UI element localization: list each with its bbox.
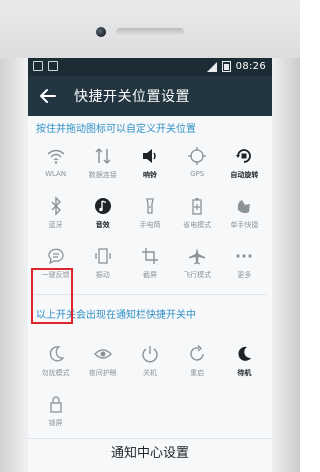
- earpiece-speaker: [116, 28, 184, 36]
- signal-icon: [206, 61, 217, 72]
- battery-icon: [221, 61, 231, 72]
- one-hand-icon: [238, 200, 251, 214]
- power-icon: [142, 346, 158, 363]
- phone-frame: 08:26 快捷开关位置设置 按住并拖动图标可以自定义开关位置 WLAN 数据连接…: [0, 0, 300, 472]
- bottom-divider: [28, 438, 272, 439]
- quick-tile-label: 重启: [190, 369, 205, 377]
- notification-center-settings-button[interactable]: 通知中心设置: [28, 440, 272, 472]
- bluetooth-icon: [51, 196, 61, 216]
- quick-tile[interactable]: 截屏: [126, 238, 173, 288]
- restart-icon: [190, 345, 204, 361]
- back-arrow-icon[interactable]: [36, 84, 60, 108]
- title-bar: 快捷开关位置设置: [28, 76, 272, 116]
- quick-tile[interactable]: 振动: [79, 238, 126, 288]
- quick-tile-label: 数据连接: [88, 171, 117, 179]
- quick-tile-label: 自动旋转: [230, 171, 259, 179]
- quick-tile[interactable]: 自动旋转: [221, 138, 268, 188]
- phone-top-bezel: [0, 0, 300, 58]
- active-tiles-grid: WLAN 数据连接 响铃 GPS 自动旋转 蓝牙 音效 手电筒 省电模式 单手快捷 一键反馈 振动 截屏…: [32, 138, 268, 288]
- battery-saver-icon: [192, 198, 202, 215]
- front-camera: [96, 27, 106, 37]
- quick-tile-label: 音效: [95, 221, 110, 229]
- wifi-icon: [47, 149, 65, 164]
- quick-tile-label: GPS: [190, 170, 205, 178]
- feedback-bubble-icon: [47, 248, 64, 265]
- speaker-icon: [142, 149, 156, 163]
- quick-tile[interactable]: 夜间护眼: [79, 336, 126, 386]
- quick-tile-label: 响铃: [142, 171, 157, 179]
- quick-tile[interactable]: 勿扰模式: [32, 336, 79, 386]
- drag-hint-text: 按住并拖动图标可以自定义开关位置: [36, 124, 196, 135]
- quick-tile-label: 单手快捷: [230, 221, 259, 229]
- phone-screen: 08:26 快捷开关位置设置 按住并拖动图标可以自定义开关位置 WLAN 数据连接…: [28, 58, 272, 472]
- airplane-icon: [189, 248, 206, 265]
- quick-tile[interactable]: 蓝牙: [32, 188, 79, 238]
- quick-tile[interactable]: 飞行模式: [174, 238, 221, 288]
- quick-tile-label: 勿扰模式: [41, 369, 70, 377]
- screenshot-crop-icon: [141, 248, 158, 264]
- quick-tile-label: WLAN: [45, 170, 67, 178]
- quick-tile-label: 蓝牙: [48, 221, 63, 229]
- image-notification-icon: [33, 61, 43, 71]
- quick-tile-label: 锁屏: [48, 419, 63, 427]
- lock-icon: [49, 396, 62, 413]
- vibrate-icon: [95, 248, 111, 264]
- music-note-icon: [94, 198, 111, 214]
- quick-tile[interactable]: 手电筒: [126, 188, 173, 238]
- other-tiles-grid: 勿扰模式 夜间护眼 关机 重启 待机锁屏: [32, 336, 268, 436]
- quick-tile-label: 省电模式: [183, 221, 212, 229]
- moon-icon: [49, 346, 65, 362]
- quick-tile[interactable]: 数据连接: [79, 138, 126, 188]
- quick-tile[interactable]: 待机: [221, 336, 268, 386]
- more-dots-icon: [236, 254, 252, 258]
- quick-tile[interactable]: 重启: [174, 336, 221, 386]
- rotate-icon: [236, 149, 252, 163]
- quick-tile[interactable]: 更多: [221, 238, 268, 288]
- quick-tile-label: 关机: [142, 369, 157, 377]
- app-notification-icon: [48, 61, 58, 71]
- quick-tile-label: 手电筒: [139, 221, 161, 229]
- quick-tile[interactable]: GPS: [174, 138, 221, 188]
- quick-tile-label: 截屏: [142, 271, 157, 279]
- quick-tile[interactable]: 省电模式: [174, 188, 221, 238]
- quick-tile[interactable]: 关机: [126, 336, 173, 386]
- status-time: 08:26: [235, 61, 266, 72]
- quick-tile[interactable]: 锁屏: [32, 386, 79, 436]
- quick-tile-label: 夜间护眼: [88, 369, 117, 377]
- quick-tile[interactable]: 音效: [79, 188, 126, 238]
- quick-tile[interactable]: 响铃: [126, 138, 173, 188]
- flashlight-icon: [146, 198, 154, 214]
- quick-tile-label: 待机: [237, 369, 252, 377]
- quick-tile-label: 更多: [237, 271, 252, 279]
- quick-tile-label: 振动: [95, 271, 110, 279]
- quick-tile-label: 飞行模式: [183, 271, 212, 279]
- eye-care-icon: [93, 349, 112, 359]
- status-bar: 08:26: [28, 58, 272, 76]
- page-title: 快捷开关位置设置: [74, 89, 190, 105]
- quick-tile[interactable]: WLAN: [32, 138, 79, 188]
- gps-icon: [188, 147, 207, 165]
- highlight-box: [31, 268, 73, 324]
- quick-tile[interactable]: 单手快捷: [221, 188, 268, 238]
- data-arrows-icon: [95, 147, 111, 165]
- standby-icon: [238, 346, 252, 361]
